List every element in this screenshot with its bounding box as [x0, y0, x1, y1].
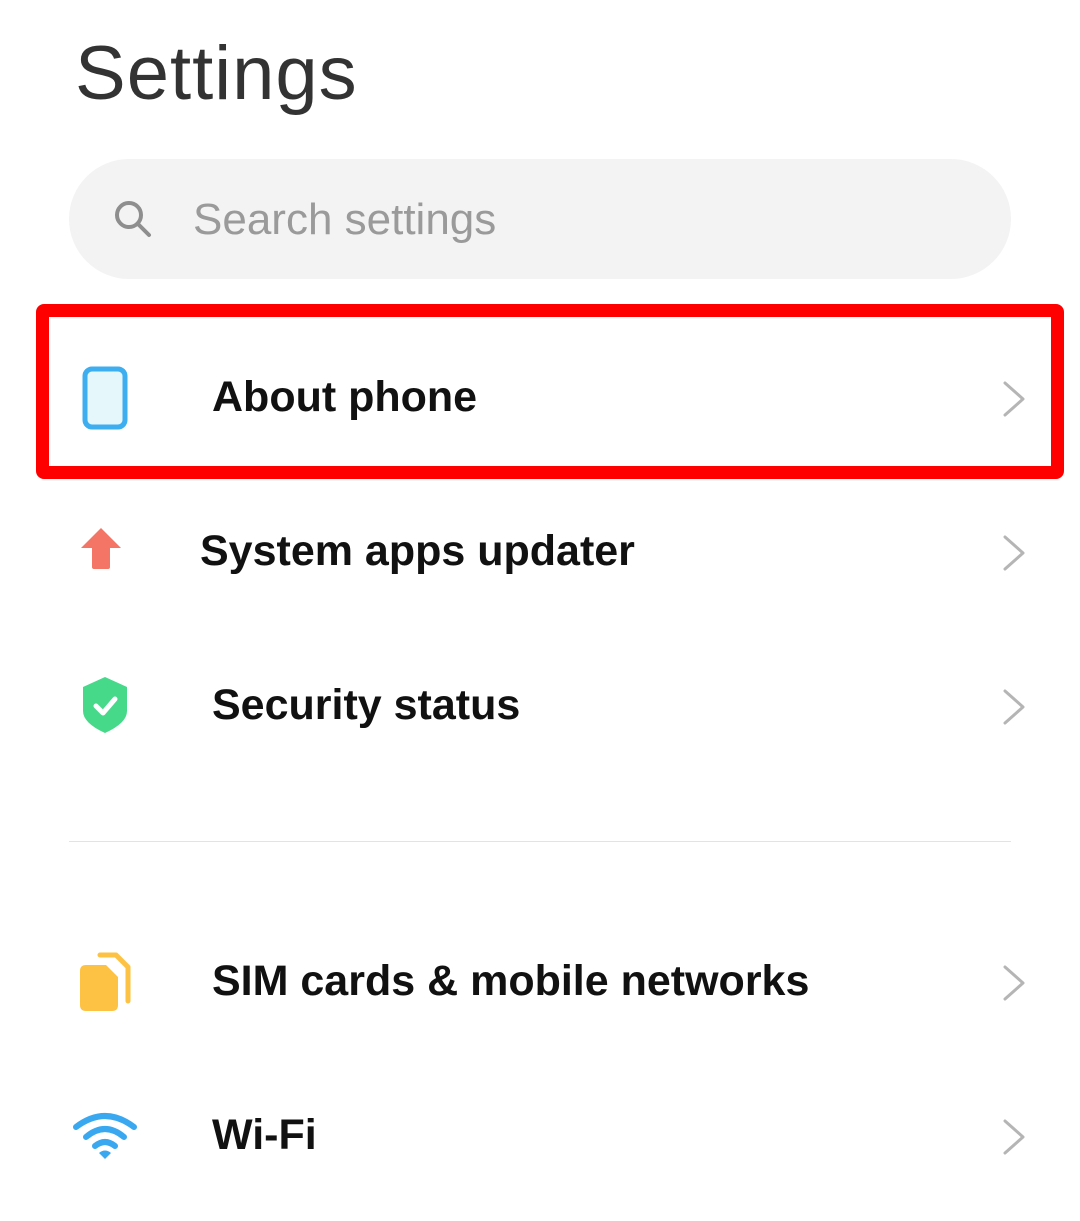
shield-check-icon [83, 677, 127, 733]
search-bar[interactable]: Search settings [69, 159, 1011, 279]
chevron-right-icon [1003, 535, 1025, 571]
sim-cards-icon [80, 952, 131, 1011]
settings-item-system-apps-updater[interactable]: System apps updater [0, 487, 1080, 617]
settings-item-sim-cards[interactable]: SIM cards & mobile networks [0, 917, 1080, 1047]
settings-item-label: Wi-Fi [212, 1111, 317, 1159]
arrow-up-icon [81, 528, 121, 569]
section-divider [69, 841, 1011, 842]
chevron-right-icon [1003, 689, 1025, 725]
settings-item-label: About phone [212, 373, 478, 421]
settings-item-label: System apps updater [200, 527, 635, 575]
search-icon [115, 201, 151, 237]
wifi-icon [73, 1113, 137, 1159]
chevron-right-icon [1003, 965, 1025, 1001]
settings-item-wifi[interactable]: Wi-Fi [0, 1071, 1080, 1201]
settings-item-security-status[interactable]: Security status [0, 641, 1080, 771]
settings-item-label: Security status [212, 681, 521, 729]
settings-item-label: SIM cards & mobile networks [212, 957, 810, 1005]
settings-item-about-phone[interactable]: About phone [0, 333, 1080, 463]
chevron-right-icon [1003, 1119, 1025, 1155]
phone-icon [82, 366, 128, 430]
search-input[interactable]: Search settings [193, 195, 496, 245]
chevron-right-icon [1003, 381, 1025, 417]
page-title: Settings [75, 31, 358, 116]
